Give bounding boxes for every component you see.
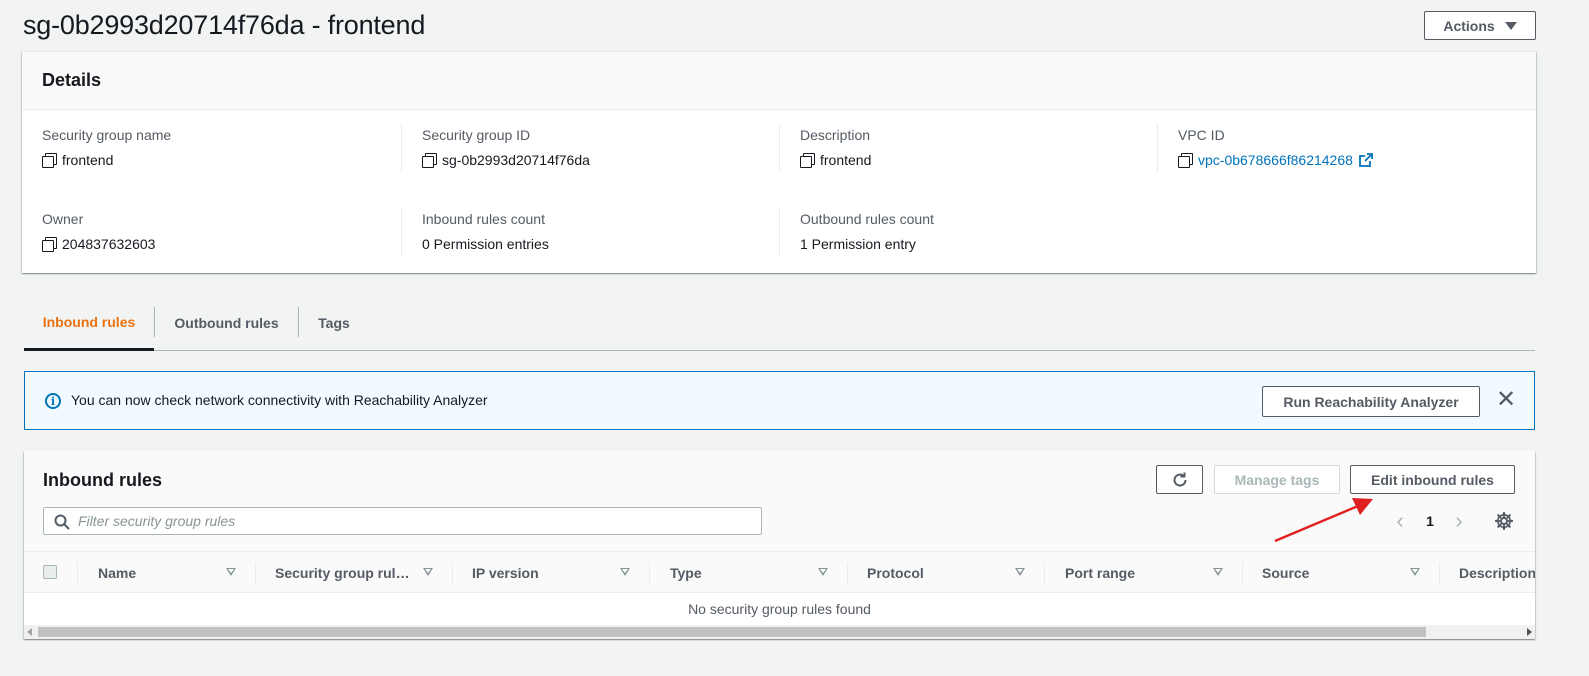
field-inbound-rules-count: Inbound rules count 0 Permission entries	[401, 208, 779, 256]
annotation-arrow-icon	[1274, 498, 1373, 543]
chevron-left-icon[interactable]: ‹	[1392, 510, 1408, 532]
close-icon[interactable]: ✕	[1494, 388, 1518, 413]
external-link-icon[interactable]	[1359, 153, 1373, 167]
refresh-button[interactable]	[1156, 465, 1203, 494]
filter-rules-input[interactable]	[78, 509, 748, 533]
scroll-right-arrow-icon[interactable]	[1527, 628, 1532, 636]
column-header-type[interactable]: Type	[670, 552, 828, 594]
filter-box	[43, 507, 762, 535]
actions-button[interactable]: Actions	[1424, 11, 1536, 40]
column-divider	[1439, 562, 1440, 584]
column-divider	[649, 562, 650, 584]
column-header-security-group-rule[interactable]: Security group rule...	[275, 552, 433, 594]
field-label: Inbound rules count	[422, 211, 545, 227]
info-flashbar: i You can now check network connectivity…	[24, 371, 1535, 430]
field-label: Outbound rules count	[800, 211, 934, 227]
page-header: sg-0b2993d20714f76da - frontend Actions	[23, 8, 1536, 44]
field-label: Security group ID	[422, 127, 531, 143]
sort-icon[interactable]	[1410, 568, 1420, 576]
flash-message: You can now check network connectivity w…	[71, 392, 488, 408]
field-label: Security group name	[42, 127, 172, 143]
tab-inbound-rules[interactable]: Inbound rules	[24, 295, 154, 351]
tab-bar: Inbound rules Outbound rules Tags	[24, 295, 1535, 351]
details-title: Details	[42, 70, 102, 90]
manage-tags-button[interactable]: Manage tags	[1214, 465, 1340, 494]
field-value: 204837632603	[62, 236, 156, 252]
field-value: 1 Permission entry	[800, 236, 916, 252]
rules-panel-title: Inbound rules	[43, 470, 162, 490]
sort-icon[interactable]	[1015, 568, 1025, 576]
field-security-group-name: Security group name frontend	[22, 110, 400, 170]
info-icon: i	[45, 393, 61, 409]
field-outbound-rules-count: Outbound rules count 1 Permission entry	[779, 208, 1157, 256]
sort-icon[interactable]	[818, 568, 828, 576]
copy-icon[interactable]	[42, 153, 57, 168]
field-label: Description	[800, 127, 871, 143]
field-value: frontend	[62, 152, 114, 168]
column-divider	[255, 562, 256, 584]
column-header-port-range[interactable]: Port range	[1065, 552, 1223, 594]
details-panel: Details Security group name frontend Sec…	[22, 51, 1536, 273]
field-value: sg-0b2993d20714f76da	[442, 152, 590, 168]
column-divider	[77, 562, 78, 584]
column-header-protocol[interactable]: Protocol	[867, 552, 1025, 594]
tab-outbound-rules[interactable]: Outbound rules	[155, 295, 298, 350]
column-divider	[1044, 562, 1045, 584]
copy-icon[interactable]	[800, 153, 815, 168]
sort-icon[interactable]	[620, 568, 630, 576]
field-label: Owner	[42, 211, 84, 227]
column-header-name[interactable]: Name	[98, 552, 236, 594]
column-divider	[1242, 562, 1243, 584]
table-header: Name Security group rule... IP version T…	[24, 551, 1535, 593]
vpc-id-link[interactable]: vpc-0b678666f86214268	[1198, 152, 1353, 168]
field-value: 0 Permission entries	[422, 236, 549, 252]
column-header-description[interactable]: Description	[1459, 552, 1535, 594]
scroll-left-arrow-icon[interactable]	[27, 628, 32, 636]
field-owner: Owner 204837632603	[22, 194, 400, 254]
sort-icon[interactable]	[423, 568, 433, 576]
empty-message: No security group rules found	[688, 601, 871, 617]
gear-icon[interactable]	[1494, 511, 1514, 531]
field-security-group-id: Security group ID sg-0b2993d20714f76da	[401, 124, 779, 172]
column-divider	[847, 562, 848, 584]
select-all-checkbox[interactable]	[43, 565, 57, 579]
field-label: VPC ID	[1178, 127, 1225, 143]
page-number[interactable]: 1	[1422, 513, 1438, 529]
copy-icon[interactable]	[42, 237, 57, 252]
field-value: frontend	[820, 152, 872, 168]
column-header-source[interactable]: Source	[1262, 552, 1420, 594]
column-divider	[452, 562, 453, 584]
refresh-icon	[1173, 472, 1187, 487]
details-grid: Security group name frontend Security gr…	[22, 110, 1536, 274]
horizontal-scrollbar[interactable]	[24, 625, 1535, 639]
sort-icon[interactable]	[1213, 568, 1223, 576]
actions-label: Actions	[1443, 17, 1495, 34]
copy-icon[interactable]	[1178, 153, 1193, 168]
field-vpc-id: VPC ID vpc-0b678666f86214268	[1157, 124, 1535, 172]
scrollbar-thumb[interactable]	[38, 627, 1426, 637]
chevron-right-icon[interactable]: ›	[1451, 510, 1467, 532]
column-header-ip-version[interactable]: IP version	[472, 552, 630, 594]
edit-inbound-rules-button[interactable]: Edit inbound rules	[1350, 465, 1515, 494]
caret-down-icon	[1504, 21, 1517, 30]
field-description: Description frontend	[779, 124, 1157, 172]
details-header: Details	[22, 52, 1536, 110]
copy-icon[interactable]	[422, 153, 437, 168]
tab-tags[interactable]: Tags	[299, 295, 369, 350]
page-title: sg-0b2993d20714f76da - frontend	[23, 10, 426, 40]
search-icon	[54, 514, 70, 530]
run-reachability-analyzer-button[interactable]: Run Reachability Analyzer	[1262, 386, 1480, 417]
sort-icon[interactable]	[226, 568, 236, 576]
empty-table-row: No security group rules found	[24, 593, 1535, 625]
